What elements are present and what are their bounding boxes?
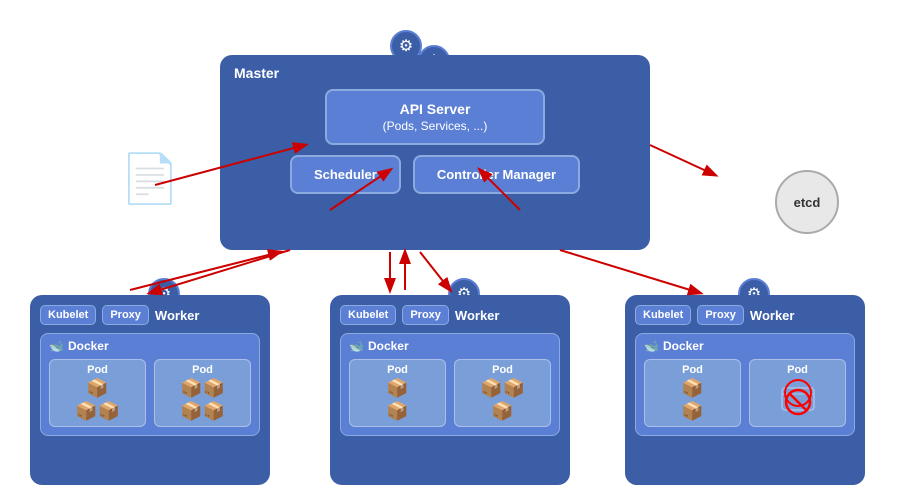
pod-right-2-broken: Pod [749,359,846,427]
docker-box-right: 🐋 Docker Pod 📦 📦 Pod [635,333,855,436]
worker-label-left: Worker [155,308,200,323]
file-icon: 📄 [120,150,180,207]
etcd-label: etcd [794,195,821,210]
api-server-subtitle: (Pods, Services, ...) [383,119,488,133]
docker-box-left: 🐋 Docker Pod 📦 📦📦 Pod 📦📦 📦📦 [40,333,260,436]
pod-center-1: Pod 📦 📦 [349,359,446,427]
worker-label-center: Worker [455,308,500,323]
docker-label-left: 🐋 Docker [49,339,251,353]
etcd-box: etcd [775,170,839,234]
scheduler-box: Scheduler [290,155,401,194]
master-label: Master [234,65,640,81]
pod-center-2: Pod 📦📦 📦 [454,359,551,427]
kubelet-badge-center: Kubelet [340,305,396,325]
proxy-badge-center: Proxy [402,305,449,325]
worker-label-right: Worker [750,308,795,323]
kubelet-badge-right: Kubelet [635,305,691,325]
worker-node-right: Kubelet Proxy Worker 🐋 Docker Pod 📦 📦 Po… [625,295,865,485]
worker-node-center: Kubelet Proxy Worker 🐋 Docker Pod 📦 📦 Po… [330,295,570,485]
broken-pod-icon [780,380,816,416]
proxy-badge-left: Proxy [102,305,149,325]
proxy-badge-right: Proxy [697,305,744,325]
api-server-title: API Server [400,101,471,117]
docker-label-right: 🐋 Docker [644,339,846,353]
docker-box-center: 🐋 Docker Pod 📦 📦 Pod 📦📦 📦 [340,333,560,436]
kubelet-badge-left: Kubelet [40,305,96,325]
diagram-container: 📄 ⚙ ⚙ ⚙ ⚙ ⚙ Master API Server (Pods, Ser… [0,0,899,504]
worker-node-left: Kubelet Proxy Worker 🐋 Docker Pod 📦 📦📦 P… [30,295,270,485]
controller-manager-box: Controller Manager [413,155,580,194]
pod-right-1: Pod 📦 📦 [644,359,741,427]
master-node: Master API Server (Pods, Services, ...) … [220,55,650,250]
pod-left-2: Pod 📦📦 📦📦 [154,359,251,427]
pod-left-1: Pod 📦 📦📦 [49,359,146,427]
docker-label-center: 🐋 Docker [349,339,551,353]
api-server-box: API Server (Pods, Services, ...) [325,89,545,145]
